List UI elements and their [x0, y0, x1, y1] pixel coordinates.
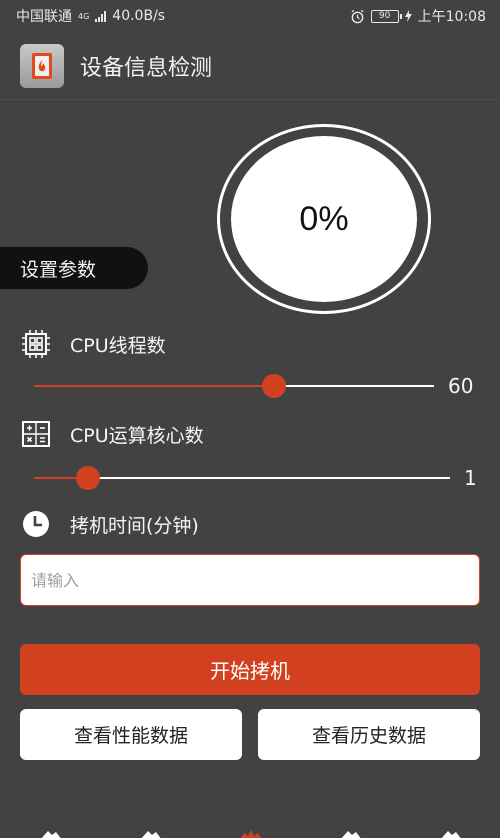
calculator-icon: [22, 421, 50, 447]
tab-icon-1[interactable]: [38, 830, 64, 838]
clock-time: 上午10:08: [417, 9, 486, 25]
tab-icon-3-active[interactable]: [238, 830, 264, 838]
clock-icon: [23, 511, 49, 537]
network-type: 4G: [78, 12, 90, 21]
alarm-icon: [351, 9, 364, 23]
cpu-threads-label: CPU线程数: [70, 334, 166, 357]
cpu-cores-value: 1: [464, 466, 477, 490]
progress-gauge: 0%: [217, 124, 431, 314]
slider-thumb[interactable]: [262, 374, 286, 398]
settings-section-tag: 设置参数: [0, 247, 148, 289]
flame-card-icon: [20, 43, 64, 88]
burn-time-label-row: 拷机时间(分钟): [20, 508, 199, 540]
app-bar: 设备信息检测: [0, 32, 500, 100]
cpu-threads-value: 60: [448, 374, 474, 398]
gauge-percentage: 0%: [299, 199, 349, 238]
cpu-threads-slider[interactable]: [34, 371, 434, 401]
start-burn-button[interactable]: 开始拷机: [20, 644, 480, 695]
app-title: 设备信息检测: [80, 55, 213, 81]
status-bar: 中国联通 4G 40.0B/s 90 上午10:08: [0, 0, 500, 32]
battery-level: 90: [378, 11, 391, 21]
tab-icon-4[interactable]: [338, 830, 364, 838]
cpu-cores-label: CPU运算核心数: [70, 424, 204, 447]
carrier-name: 中国联通: [16, 9, 72, 25]
cpu-threads-label-row: CPU线程数: [20, 328, 166, 360]
bottom-tab-bar: [0, 818, 500, 838]
cpu-chip-icon: [22, 330, 50, 358]
signal-icon: [95, 10, 107, 22]
slider-fill: [34, 385, 274, 387]
tab-icon-5[interactable]: [438, 830, 464, 838]
battery-icon: 90: [370, 9, 402, 23]
view-performance-button[interactable]: 查看性能数据: [20, 709, 242, 760]
cpu-cores-label-row: CPU运算核心数: [20, 418, 204, 450]
view-history-button[interactable]: 查看历史数据: [258, 709, 480, 760]
tab-icon-2[interactable]: [138, 830, 164, 838]
slider-thumb[interactable]: [76, 466, 100, 490]
network-speed: 40.0B/s: [112, 8, 166, 24]
burn-time-input[interactable]: [20, 554, 480, 606]
cpu-cores-slider[interactable]: [34, 463, 450, 493]
charging-icon: [404, 10, 412, 22]
gauge-face: 0%: [231, 136, 417, 302]
burn-time-label: 拷机时间(分钟): [70, 514, 199, 537]
